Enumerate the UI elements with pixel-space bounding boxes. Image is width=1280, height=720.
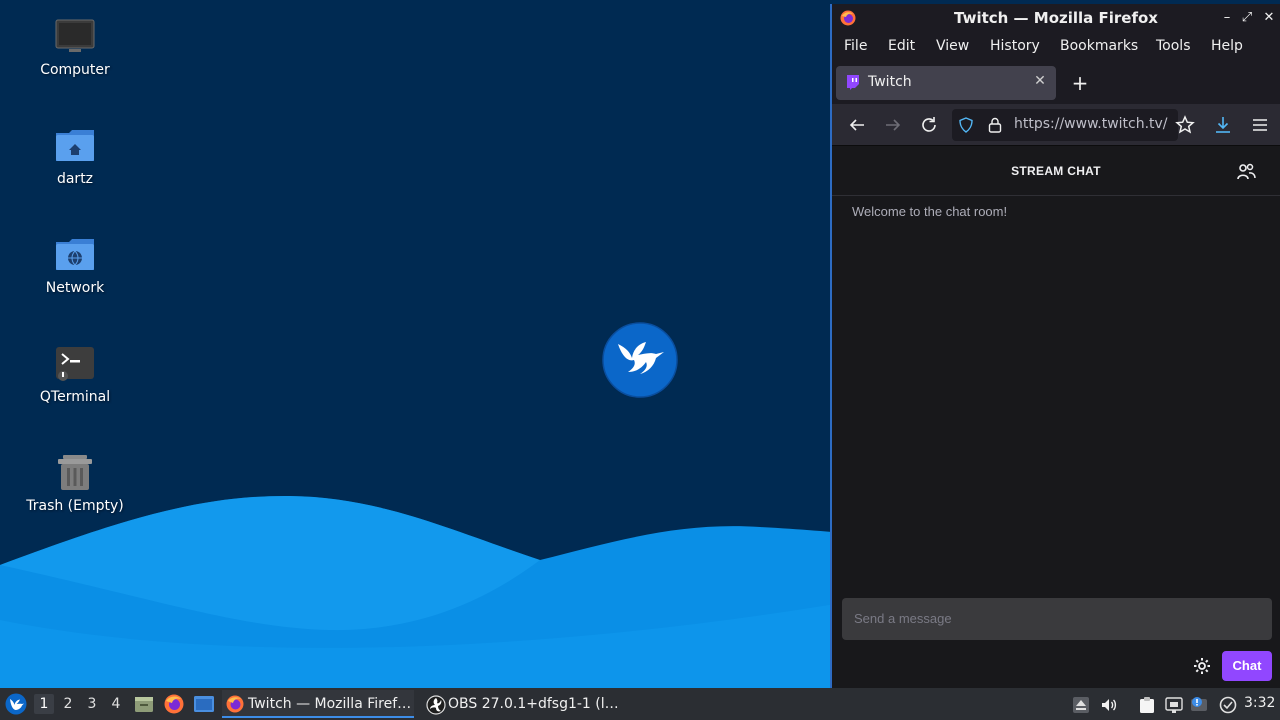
reload-icon[interactable] [917,113,941,137]
menu-bar: File Edit View History Bookmarks Tools H… [832,32,1280,62]
close-window-button[interactable]: ✕ [1260,8,1278,28]
task-label: OBS 27.0.1+dfsg1-1 (l… [448,696,619,712]
users-icon[interactable] [1236,162,1256,182]
chat-input-placeholder: Send a message [854,611,952,626]
tab-close-icon[interactable]: ✕ [1032,73,1048,91]
tab-bar: Twitch ✕ + [832,62,1280,104]
menu-edit[interactable]: Edit [888,38,915,54]
desktop-icon-label: Computer [40,62,110,78]
chat-send-button[interactable]: Chat [1222,651,1272,681]
trash-icon [58,455,92,490]
workspace-2[interactable]: 2 [58,694,78,714]
home-folder-icon [56,130,94,161]
desktop-icon-label: Trash (Empty) [26,498,124,514]
clipboard-icon[interactable] [1138,696,1156,714]
task-firefox[interactable]: Twitch — Mozilla Firef… [222,690,414,718]
url-bar[interactable]: https://www.twitch.tv/ [952,109,1178,141]
workspace-3[interactable]: 3 [82,694,102,714]
firefox-icon [226,695,244,713]
menu-history[interactable]: History [990,38,1040,54]
volume-icon[interactable] [1100,696,1118,714]
window-titlebar[interactable]: Twitch — Mozilla Firefox – ⤢ ✕ [832,4,1280,32]
desktop-icon-label: Network [45,280,105,296]
desktop-icon-qterminal[interactable]: QTerminal [10,343,140,443]
app-menu-icon[interactable] [1248,113,1272,137]
bookmark-star-icon[interactable] [1173,113,1197,137]
chat-welcome-message: Welcome to the chat room! [852,204,1008,219]
menu-view[interactable]: View [936,38,969,54]
new-tab-button[interactable]: + [1068,70,1092,96]
eject-icon[interactable] [1072,696,1090,714]
back-icon[interactable] [845,113,869,137]
show-desktop-icon[interactable] [193,694,215,714]
task-obs[interactable]: OBS 27.0.1+dfsg1-1 (l… [422,690,619,718]
workspace-4[interactable]: 4 [106,694,126,714]
hummingbird-logo [602,322,678,398]
file-manager-launcher-icon[interactable] [134,694,154,714]
chat-title: STREAM CHAT [1011,164,1101,178]
network-status-icon[interactable] [1165,696,1183,714]
downloads-icon[interactable] [1211,113,1235,137]
maximize-button[interactable]: ⤢ [1238,8,1256,28]
taskbar: 1 2 3 4 Twitch — Mozilla Firef… OBS 27.0… [0,688,1280,720]
menu-file[interactable]: File [844,38,867,54]
tab-twitch[interactable]: Twitch ✕ [836,66,1056,100]
chat-settings-icon[interactable] [1192,656,1212,676]
shield-icon[interactable] [958,117,974,133]
desktop-icon-label: QTerminal [39,389,111,405]
update-notifier-icon[interactable] [1219,696,1237,714]
twitch-icon [847,75,859,90]
obs-icon [426,695,446,715]
url-text: https://www.twitch.tv/ [1014,116,1168,132]
tab-title: Twitch [868,74,912,90]
twitch-chat-page: STREAM CHAT Welcome to the chat room! Se… [832,146,1280,688]
window-title: Twitch — Mozilla Firefox [954,9,1158,27]
task-label: Twitch — Mozilla Firef… [248,696,412,712]
navigation-toolbar: https://www.twitch.tv/ [832,104,1280,146]
desktop-icon-home[interactable]: dartz [10,125,140,225]
computer-icon [55,19,95,52]
menu-help[interactable]: Help [1211,38,1243,54]
start-menu-icon[interactable] [5,693,27,715]
forward-icon[interactable] [881,113,905,137]
terminal-icon [56,347,94,381]
network-folder-icon [56,239,94,270]
notification-icon[interactable] [1190,696,1208,714]
firefox-launcher-icon[interactable] [164,694,184,714]
workspace-1[interactable]: 1 [34,694,54,714]
desktop-icon-network[interactable]: Network [10,234,140,334]
chat-message-input[interactable]: Send a message [842,598,1272,640]
chat-header: STREAM CHAT [832,146,1280,196]
lock-icon[interactable] [988,117,1002,133]
firefox-window: Twitch — Mozilla Firefox – ⤢ ✕ File Edit… [830,4,1280,688]
menu-bookmarks[interactable]: Bookmarks [1060,38,1138,54]
menu-tools[interactable]: Tools [1156,38,1191,54]
minimize-button[interactable]: – [1218,8,1236,28]
desktop-icon-label: dartz [56,171,94,187]
clock[interactable]: 3:32 [1244,695,1275,711]
desktop-icon-trash[interactable]: Trash (Empty) [10,452,140,552]
desktop-icon-computer[interactable]: Computer [10,16,140,116]
